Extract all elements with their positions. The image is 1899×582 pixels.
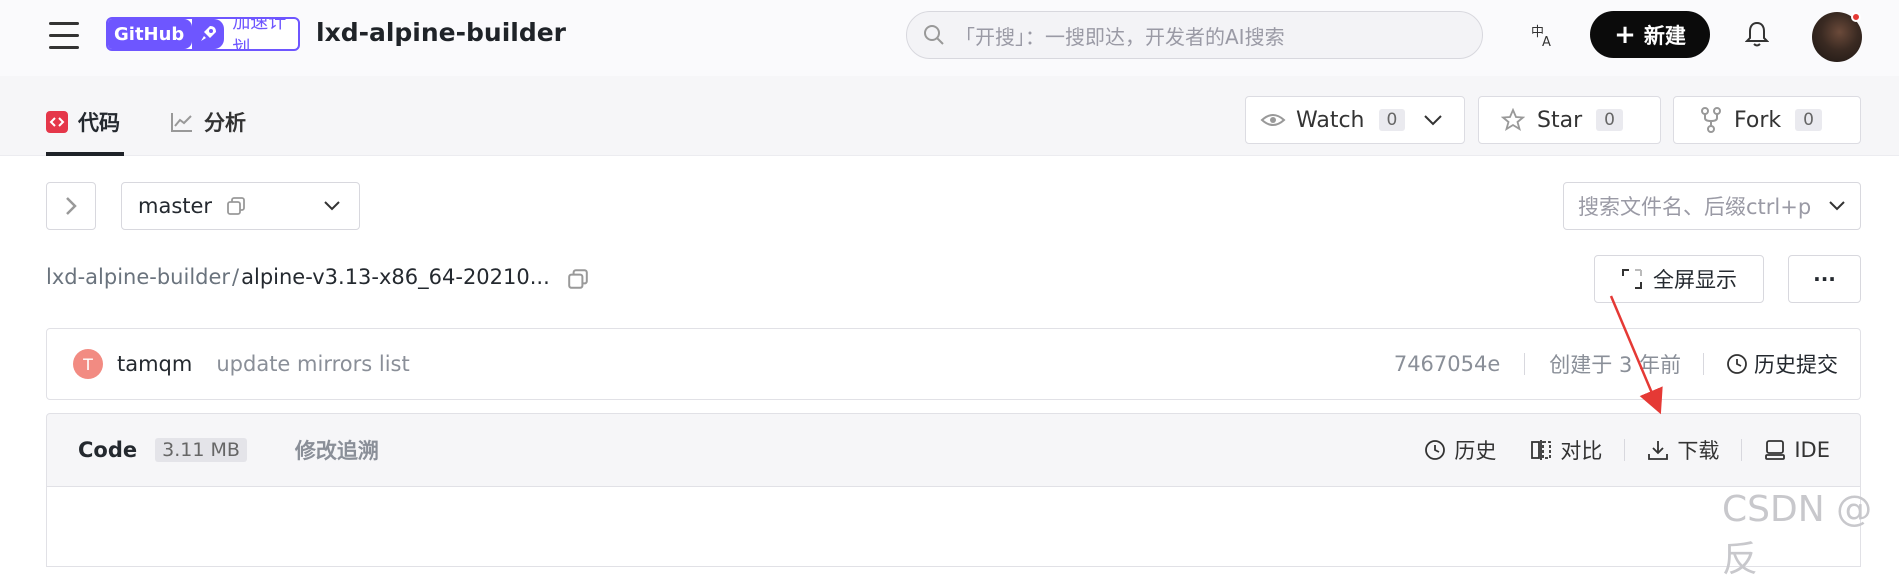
fullscreen-icon [1621, 268, 1643, 290]
tab-code-label: 代码 [78, 111, 120, 135]
star-label: Star [1537, 107, 1583, 133]
accelerate-plan-label: 加速计划 [232, 17, 287, 51]
search-icon [923, 24, 945, 46]
search-placeholder: 「开搜」：一搜即达，开发者的AI搜索 [955, 24, 1285, 49]
download-label: 下载 [1677, 439, 1720, 463]
compare-icon [1530, 439, 1552, 461]
commit-author-avatar[interactable]: T [73, 349, 103, 379]
watch-button[interactable]: Watch 0 [1245, 96, 1465, 144]
blame-tab[interactable]: 修改追溯 [295, 435, 379, 465]
code-tab[interactable]: Code [78, 438, 137, 462]
breadcrumb-repo-link[interactable]: lxd-alpine-builder [46, 265, 230, 289]
copy-icon[interactable] [226, 196, 246, 216]
history-button[interactable]: 历史 [1424, 435, 1496, 465]
tab-analysis[interactable]: 分析 [170, 107, 246, 137]
chevron-down-icon[interactable] [1423, 114, 1443, 126]
divider [1524, 353, 1526, 375]
svg-text:A: A [1542, 35, 1551, 48]
commit-history-button[interactable]: 历史提交 [1726, 349, 1838, 379]
branch-name: master [138, 194, 213, 218]
divider [1703, 353, 1704, 375]
repo-title[interactable]: lxd-alpine-builder [316, 18, 566, 47]
chevron-right-icon [64, 195, 78, 217]
file-view-header: Code 3.11 MB 修改追溯 历史 对比 下载 IDE [46, 413, 1861, 487]
chevron-down-icon [323, 200, 341, 212]
plus-icon: + [1614, 19, 1636, 50]
history-label: 历史 [1454, 439, 1497, 463]
clock-icon [1424, 439, 1446, 461]
code-icon [46, 111, 68, 133]
chevron-down-icon [1828, 200, 1846, 212]
watch-label: Watch [1296, 107, 1365, 133]
clock-icon [1726, 353, 1748, 375]
compare-label: 对比 [1560, 439, 1603, 463]
expand-sidebar-button[interactable] [46, 182, 96, 230]
rocket-icon [192, 19, 225, 49]
commit-author[interactable]: tamqm [117, 352, 192, 376]
file-search-input[interactable]: 搜索文件名、后缀ctrl+p [1563, 182, 1861, 230]
commit-hash[interactable]: 7467054e [1394, 352, 1500, 376]
commit-message[interactable]: update mirrors list [216, 352, 409, 376]
new-button-label: 新建 [1643, 23, 1686, 48]
fork-icon [1700, 107, 1722, 133]
commit-created-time: 创建于 3 年前 [1549, 353, 1681, 377]
star-button[interactable]: Star 0 [1478, 96, 1661, 144]
watermark: CSDN @反 [1722, 489, 1873, 580]
fullscreen-label: 全屏显示 [1653, 268, 1737, 292]
global-search-input[interactable]: 「开搜」：一搜即达，开发者的AI搜索 [906, 11, 1483, 59]
fork-label: Fork [1734, 107, 1782, 133]
breadcrumb-current-file: alpine-v3.13-x86_64-20210... [241, 265, 550, 289]
hamburger-menu-icon[interactable] [49, 20, 79, 50]
new-button[interactable]: + 新建 [1590, 11, 1710, 58]
more-icon: ··· [1813, 267, 1836, 291]
star-count: 0 [1596, 109, 1623, 131]
ide-button[interactable]: IDE [1764, 438, 1830, 462]
chart-line-icon [170, 111, 194, 133]
branch-select[interactable]: master [121, 182, 360, 230]
commit-history-label: 历史提交 [1754, 353, 1838, 377]
watch-count: 0 [1378, 109, 1406, 131]
eye-icon [1260, 110, 1286, 130]
tab-analysis-label: 分析 [204, 111, 246, 135]
ide-label: IDE [1794, 438, 1830, 462]
github-badge-label: GitHub [108, 19, 193, 49]
copy-path-icon[interactable] [567, 268, 589, 294]
star-icon [1501, 108, 1525, 132]
active-tab-indicator [46, 152, 124, 156]
download-icon [1647, 439, 1669, 461]
download-button[interactable]: 下载 [1647, 435, 1719, 465]
notification-dot [1851, 12, 1861, 22]
ide-icon [1764, 439, 1786, 461]
divider [1741, 439, 1743, 461]
divider [1624, 439, 1626, 461]
fullscreen-button[interactable]: 全屏显示 [1594, 255, 1764, 303]
breadcrumb-separator: / [232, 265, 240, 289]
compare-button[interactable]: 对比 [1530, 435, 1602, 465]
github-accelerate-badge[interactable]: GitHub 加速计划 [106, 17, 300, 51]
latest-commit-row: T tamqm update mirrors list 7467054e 创建于… [46, 328, 1861, 400]
tab-code[interactable]: 代码 [46, 107, 120, 137]
fork-count: 0 [1795, 109, 1822, 131]
translate-icon[interactable]: 中A [1530, 22, 1556, 52]
file-search-placeholder: 搜索文件名、后缀ctrl+p [1578, 195, 1812, 219]
bell-icon[interactable] [1744, 20, 1770, 52]
file-content-area [46, 487, 1861, 567]
file-size-badge: 3.11 MB [155, 438, 247, 462]
fork-button[interactable]: Fork 0 [1673, 96, 1861, 144]
more-options-button[interactable]: ··· [1788, 255, 1861, 303]
breadcrumb: lxd-alpine-builder / alpine-v3.13-x86_64… [46, 265, 550, 289]
